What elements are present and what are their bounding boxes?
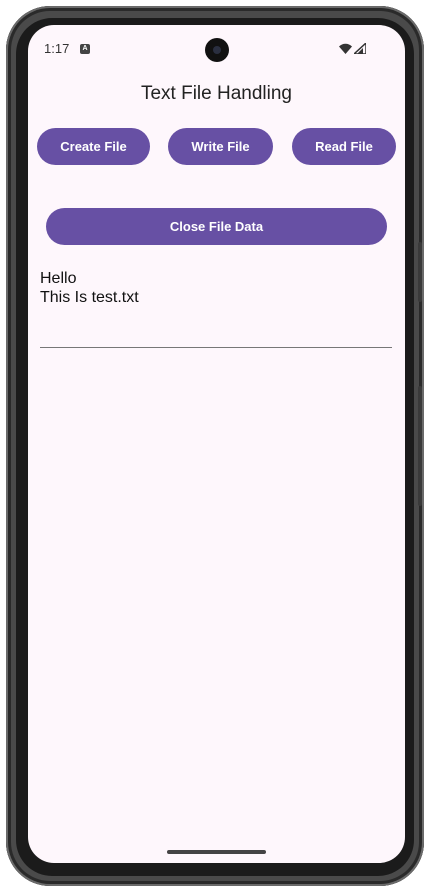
text-field-underline	[40, 347, 392, 348]
notification-a-icon: A	[80, 44, 90, 54]
file-content-text-field[interactable]: Hello This Is test.txt	[40, 269, 390, 307]
file-content-line: Hello	[40, 270, 77, 287]
read-file-button[interactable]: Read File	[292, 128, 396, 165]
create-file-button[interactable]: Create File	[37, 128, 150, 165]
power-button	[418, 242, 422, 302]
home-indicator[interactable]	[167, 850, 266, 854]
front-camera	[205, 38, 229, 62]
status-time: 1:17	[44, 41, 70, 56]
phone-screen: 1:17 A Text File Handling Create File Wr…	[28, 25, 405, 863]
volume-button	[418, 386, 422, 506]
status-bar: 1:17 A	[28, 25, 405, 73]
close-file-data-button[interactable]: Close File Data	[46, 208, 387, 245]
app-title: Text File Handling	[140, 83, 293, 104]
write-file-button[interactable]: Write File	[168, 128, 273, 165]
file-content-line: This Is test.txt	[40, 289, 139, 306]
wifi-icon	[339, 43, 352, 54]
cellular-signal-icon	[354, 43, 366, 54]
